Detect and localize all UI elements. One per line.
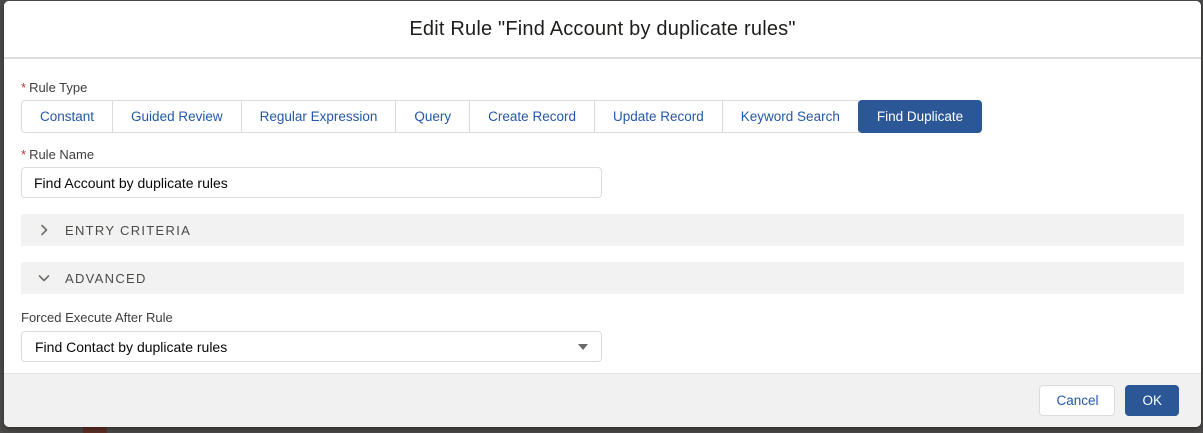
forced-execute-after-rule-label: Forced Execute After Rule — [21, 310, 1184, 325]
chevron-right-icon — [37, 223, 51, 237]
edit-rule-modal: Edit Rule "Find Account by duplicate rul… — [4, 1, 1201, 427]
forced-execute-after-rule-value: Find Contact by duplicate rules — [35, 339, 227, 355]
rule-type-option-keyword-search[interactable]: Keyword Search — [722, 100, 859, 133]
ok-button[interactable]: OK — [1125, 385, 1179, 416]
section-entry-criteria[interactable]: ENTRY CRITERIA — [21, 214, 1184, 246]
rule-type-button-group: ConstantGuided ReviewRegular ExpressionQ… — [21, 100, 1184, 133]
section-advanced[interactable]: ADVANCED — [21, 262, 1184, 294]
section-entry-criteria-label: ENTRY CRITERIA — [65, 223, 191, 238]
rule-type-option-find-duplicate[interactable]: Find Duplicate — [858, 100, 982, 133]
rule-type-label-text: Rule Type — [29, 80, 87, 95]
modal-body: * Rule Type ConstantGuided ReviewRegular… — [4, 59, 1201, 362]
rule-name-label-text: Rule Name — [29, 147, 94, 162]
modal-title: Edit Rule "Find Account by duplicate rul… — [409, 18, 795, 41]
background-page-sliver — [83, 427, 107, 433]
section-advanced-label: ADVANCED — [65, 271, 147, 286]
rule-type-option-create-record[interactable]: Create Record — [469, 100, 595, 133]
modal-footer: Cancel OK — [4, 373, 1201, 427]
modal-header: Edit Rule "Find Account by duplicate rul… — [4, 1, 1201, 59]
forced-execute-after-rule-select[interactable]: Find Contact by duplicate rules — [21, 331, 602, 362]
rule-type-option-query[interactable]: Query — [395, 100, 470, 133]
cancel-button[interactable]: Cancel — [1039, 385, 1115, 416]
chevron-down-icon — [37, 271, 51, 285]
rule-type-option-regular-expression[interactable]: Regular Expression — [241, 100, 397, 133]
rule-type-option-guided-review[interactable]: Guided Review — [112, 100, 242, 133]
rule-name-input[interactable] — [21, 167, 602, 198]
rule-type-option-constant[interactable]: Constant — [21, 100, 113, 133]
required-asterisk: * — [21, 80, 26, 95]
caret-down-icon — [578, 344, 588, 350]
rule-type-option-update-record[interactable]: Update Record — [594, 100, 723, 133]
rule-name-label: * Rule Name — [21, 147, 1184, 162]
required-asterisk: * — [21, 147, 26, 162]
rule-type-label: * Rule Type — [21, 80, 1184, 95]
